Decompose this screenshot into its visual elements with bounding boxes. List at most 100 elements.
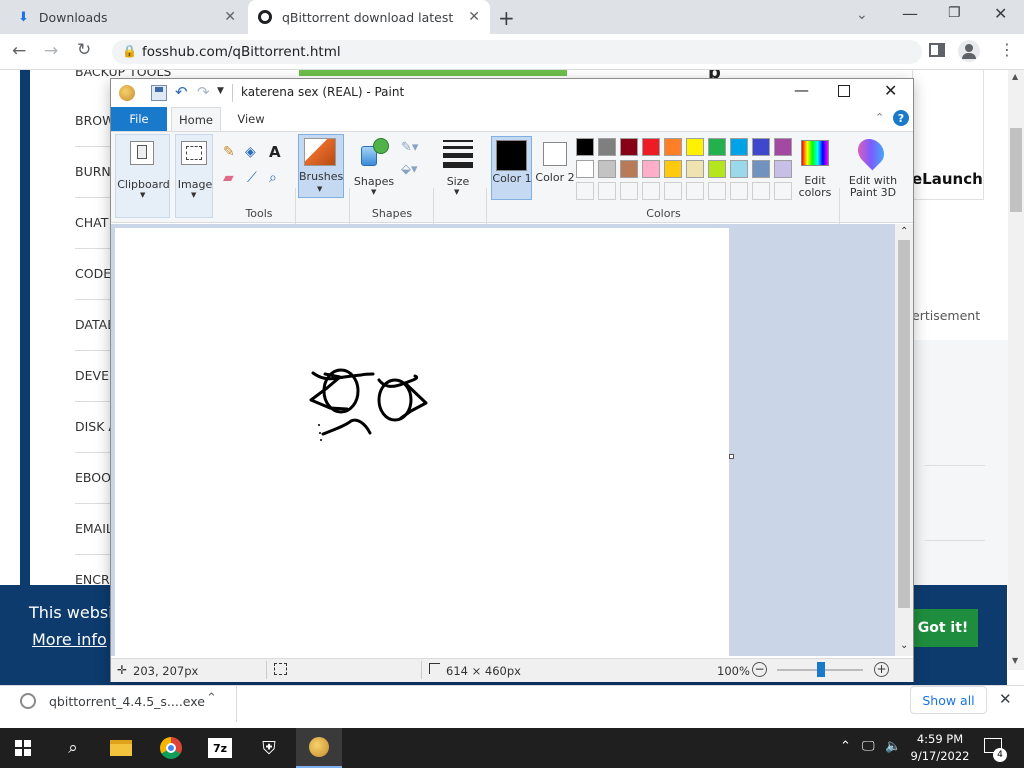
paint-canvas[interactable]	[115, 228, 729, 656]
7zip-icon[interactable]: 7z	[203, 733, 237, 763]
eraser-icon[interactable]: ▰	[223, 170, 234, 186]
reload-button[interactable]: ↻	[77, 40, 91, 60]
paint-vertical-scrollbar[interactable]: ⌃ ⌄	[895, 224, 913, 656]
file-explorer-icon[interactable]	[104, 733, 138, 763]
paint-taskbar-button[interactable]	[296, 728, 342, 768]
paint-view-tab[interactable]: View	[229, 107, 273, 131]
scroll-down-icon[interactable]: ⌄	[900, 640, 908, 651]
palette-empty-swatch[interactable]	[598, 182, 616, 200]
palette-swatch[interactable]	[576, 138, 594, 156]
scroll-up-icon[interactable]: ⌃	[900, 226, 908, 237]
palette-swatch[interactable]	[730, 138, 748, 156]
menu-item[interactable]: CHAT	[75, 215, 108, 230]
chrome-icon[interactable]	[154, 733, 188, 763]
palette-swatch[interactable]	[620, 138, 638, 156]
cookie-more-info-link[interactable]: More info	[32, 630, 107, 649]
size-label[interactable]: Size	[437, 175, 479, 188]
download-filename[interactable]: qbittorrent_4.4.5_s....exe	[49, 694, 205, 709]
palette-swatch[interactable]	[598, 138, 616, 156]
palette-swatch[interactable]	[642, 138, 660, 156]
close-download-bar-icon[interactable]: ✕	[999, 690, 1012, 708]
page-scrollbar[interactable]: ▲ ▼	[1008, 70, 1024, 670]
save-icon[interactable]	[151, 85, 167, 101]
palette-swatch[interactable]	[730, 160, 748, 178]
fill-bucket-icon[interactable]: ◈	[245, 144, 256, 160]
palette-swatch[interactable]	[708, 138, 726, 156]
paint3d-icon[interactable]	[852, 133, 890, 171]
paint-file-tab[interactable]: File	[111, 107, 167, 131]
palette-swatch[interactable]	[620, 160, 638, 178]
shapes-icon[interactable]	[359, 138, 389, 166]
palette-empty-swatch[interactable]	[752, 182, 770, 200]
chevron-up-icon[interactable]: ⌃	[206, 691, 217, 706]
size-icon[interactable]	[443, 140, 473, 168]
new-tab-button[interactable]: +	[498, 6, 515, 30]
palette-swatch[interactable]	[686, 160, 704, 178]
menu-item[interactable]: EMAIL	[75, 521, 113, 536]
canvas-resize-handle[interactable]	[729, 454, 734, 459]
menu-item[interactable]: CODE	[75, 266, 111, 281]
palette-swatch[interactable]	[642, 160, 660, 178]
menu-item[interactable]: EBOO	[75, 470, 111, 485]
palette-swatch[interactable]	[664, 160, 682, 178]
clipboard-group[interactable]: Clipboard ▼	[115, 134, 170, 218]
forward-button[interactable]: →	[44, 41, 58, 61]
palette-swatch[interactable]	[708, 160, 726, 178]
minimize-button[interactable]: —	[902, 4, 918, 23]
address-bar[interactable]: 🔒 fosshub.com/qBittorrent.html	[112, 40, 922, 64]
close-window-button[interactable]: ✕	[994, 4, 1007, 23]
palette-empty-swatch[interactable]	[708, 182, 726, 200]
palette-swatch[interactable]	[576, 160, 594, 178]
network-icon[interactable]: 🖵	[862, 739, 875, 754]
palette-empty-swatch[interactable]	[576, 182, 594, 200]
zoom-in-button[interactable]: +	[874, 662, 889, 677]
restore-button[interactable]: ❐	[948, 5, 961, 21]
security-shield-icon[interactable]: ⛨	[252, 733, 286, 763]
redo-icon[interactable]: ↷	[197, 83, 210, 101]
palette-empty-swatch[interactable]	[730, 182, 748, 200]
color-picker-icon[interactable]: ⟋	[247, 170, 257, 186]
start-button[interactable]	[6, 733, 40, 763]
tab-qbittorrent[interactable]: qBittorrent download latest versi ✕	[248, 0, 490, 34]
profile-avatar[interactable]	[958, 40, 980, 62]
got-it-button[interactable]: Got it!	[908, 609, 978, 647]
paint-close-button[interactable]: ✕	[884, 81, 897, 100]
palette-empty-swatch[interactable]	[642, 182, 660, 200]
show-all-button[interactable]: Show all	[910, 686, 987, 714]
palette-swatch[interactable]	[774, 138, 792, 156]
side-panel-icon[interactable]	[929, 43, 945, 57]
edit-colors-icon[interactable]	[801, 140, 829, 166]
outline-icon[interactable]: ✎▾	[401, 140, 418, 155]
zoom-slider-thumb[interactable]	[817, 662, 825, 677]
palette-empty-swatch[interactable]	[620, 182, 638, 200]
palette-swatch[interactable]	[752, 138, 770, 156]
clock-time[interactable]: 4:59 PM	[912, 732, 968, 746]
palette-empty-swatch[interactable]	[774, 182, 792, 200]
edit-colors-label[interactable]: Edit colors	[795, 175, 835, 199]
text-tool-icon[interactable]: A	[269, 143, 281, 161]
zoom-out-button[interactable]: −	[752, 662, 767, 677]
tab-search-icon[interactable]: ⌄	[856, 7, 868, 23]
fill-icon[interactable]: ⬙▾	[401, 162, 418, 177]
help-icon[interactable]: ?	[893, 110, 909, 126]
palette-swatch[interactable]	[774, 160, 792, 178]
color2-button[interactable]: Color 2	[535, 136, 575, 200]
collapse-ribbon-icon[interactable]: ⌃	[875, 111, 884, 124]
palette-swatch[interactable]	[598, 160, 616, 178]
image-group[interactable]: Image ▼	[175, 134, 213, 218]
customize-quick-access-icon[interactable]: ▼	[217, 86, 224, 96]
scroll-thumb[interactable]	[898, 240, 910, 608]
tab-downloads[interactable]: ⬇ Downloads ✕	[8, 0, 246, 34]
clock-date[interactable]: 9/17/2022	[908, 749, 972, 763]
pencil-icon[interactable]: ✎	[223, 144, 235, 160]
shapes-label[interactable]: Shapes	[351, 175, 397, 188]
brushes-button[interactable]: Brushes ▼	[298, 134, 344, 198]
menu-item[interactable]: BROW	[75, 113, 114, 128]
paint-minimize-button[interactable]: —	[794, 81, 809, 99]
undo-icon[interactable]: ↶	[175, 83, 188, 101]
edit-paint3d-label[interactable]: Edit with Paint 3D	[843, 175, 903, 199]
palette-swatch[interactable]	[686, 138, 704, 156]
palette-empty-swatch[interactable]	[664, 182, 682, 200]
paint-app-icon[interactable]	[119, 85, 135, 101]
search-icon[interactable]: ⌕	[56, 733, 90, 763]
